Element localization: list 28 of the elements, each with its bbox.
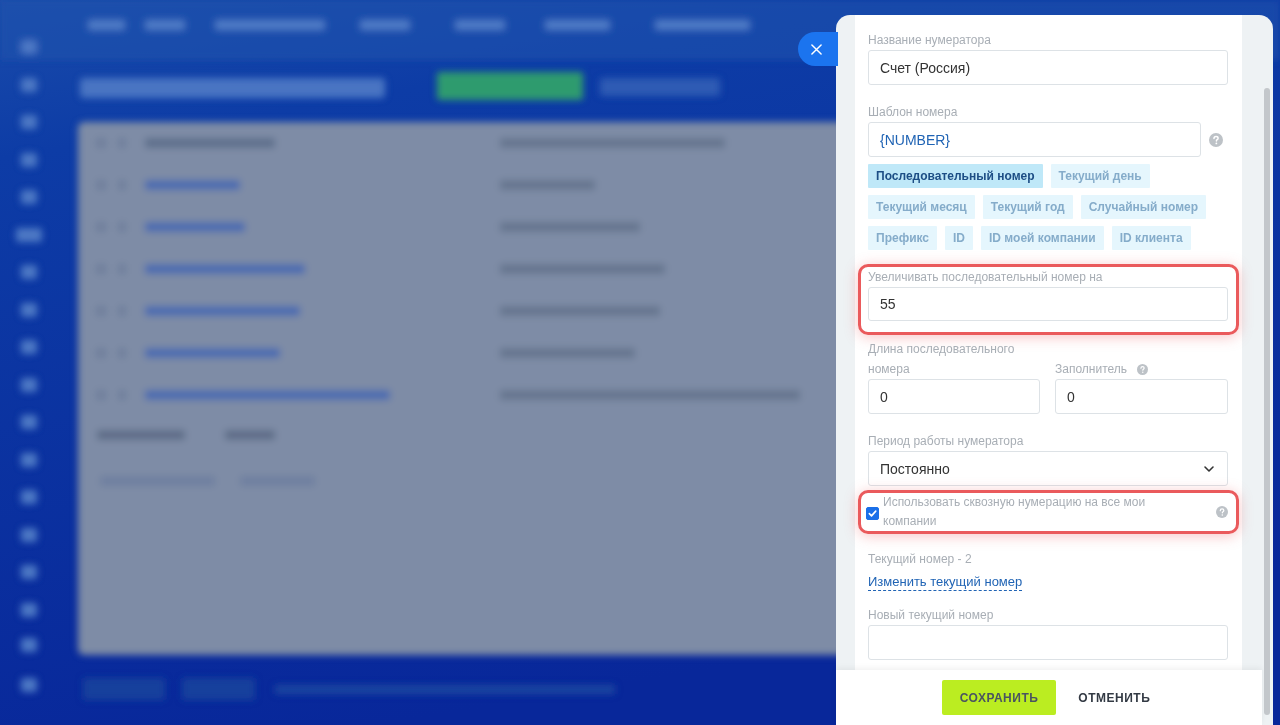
period-select[interactable]: Постоянно — [868, 451, 1228, 486]
scrollbar[interactable] — [1264, 88, 1270, 715]
checkbox-label: Использовать сквозную нумерацию на все мои компании — [883, 494, 1147, 530]
field-label: Увеличивать последовательный номер на — [868, 269, 1104, 286]
new-number-field[interactable] — [868, 625, 1228, 660]
current-number-text: Текущий номер - 2 — [868, 551, 973, 568]
help-icon[interactable] — [1216, 506, 1228, 518]
help-icon[interactable] — [1137, 363, 1149, 375]
name-field[interactable]: Счет (Россия) — [868, 50, 1228, 85]
check-icon — [868, 508, 877, 518]
field-label: Длина последовательного номера — [868, 341, 1016, 378]
save-button[interactable]: СОХРАНИТЬ — [941, 680, 1057, 715]
field-label: Заполнитель — [1055, 361, 1128, 378]
field-label: Название нумератора — [868, 32, 992, 49]
template-chip[interactable]: Последовательный номер — [868, 164, 1043, 188]
field-label: Шаблон номера — [868, 104, 959, 121]
field-label: Период работы нумератора — [868, 433, 1025, 450]
cancel-button[interactable]: ОТМЕНИТЬ — [1066, 680, 1163, 715]
increment-field[interactable]: 55 — [868, 287, 1228, 321]
close-button[interactable] — [798, 32, 838, 66]
change-number-link[interactable]: Изменить текущий номер — [868, 573, 1023, 591]
filler-field[interactable]: 0 — [1055, 379, 1228, 414]
template-field[interactable]: {NUMBER} — [868, 122, 1201, 157]
help-icon[interactable] — [1209, 132, 1223, 147]
close-icon — [810, 43, 822, 55]
checkbox[interactable] — [866, 506, 879, 520]
length-field[interactable]: 0 — [868, 379, 1040, 414]
field-label: Новый текущий номер — [868, 607, 995, 624]
